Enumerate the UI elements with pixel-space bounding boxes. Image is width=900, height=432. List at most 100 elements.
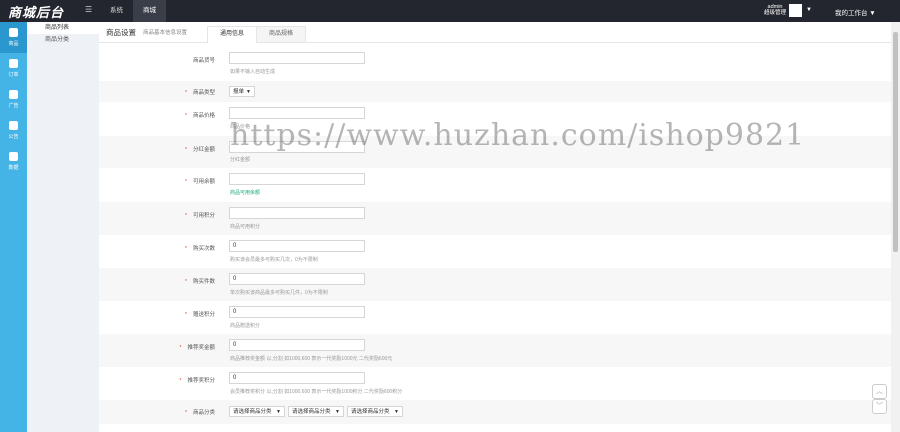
category-label: * 商品分类 bbox=[139, 408, 215, 416]
top-nav-mall[interactable]: 商城 bbox=[133, 0, 166, 22]
left-nav-label: 公告 bbox=[8, 134, 19, 140]
form-row-dividend: * 分红金额 分红金额 bbox=[99, 136, 891, 168]
recommend-points-label: * 推荐奖积分 bbox=[139, 376, 215, 384]
type-label-text: 商品类型 bbox=[192, 90, 215, 96]
balance-label: * 可用余额 bbox=[139, 177, 215, 185]
qty-input[interactable]: 0 bbox=[229, 273, 365, 285]
chevron-up-icon: ︿ bbox=[876, 388, 883, 395]
left-nav-data[interactable]: 数据 bbox=[0, 146, 27, 177]
scrollbar-thumb[interactable] bbox=[893, 32, 898, 252]
required-star: * bbox=[179, 378, 182, 384]
left-nav-label: 订单 bbox=[8, 72, 19, 78]
required-star: * bbox=[179, 345, 182, 351]
chevron-down-icon[interactable]: ▼ bbox=[806, 7, 812, 13]
category-select-2[interactable]: 请选择商品分类 ▼ bbox=[288, 406, 344, 417]
category-select-value: 请选择商品分类 bbox=[351, 409, 390, 415]
left-nav: 商品 订单 广告 公告 数据 bbox=[0, 22, 27, 432]
category-label-text: 商品分类 bbox=[192, 410, 215, 416]
order-icon bbox=[9, 59, 18, 68]
limit-label: * 购买次数 bbox=[139, 244, 215, 252]
limit-hint: 购买该会员最多可购买几次，0为不限制 bbox=[230, 257, 318, 263]
data-icon bbox=[9, 152, 18, 161]
form-row-points: * 可用积分 商品可用积分 bbox=[99, 202, 891, 235]
sub-nav-goods-category[interactable]: 商品分类 bbox=[27, 34, 99, 46]
category-select-value: 请选择商品分类 bbox=[233, 409, 272, 415]
limit-input[interactable]: 0 bbox=[229, 240, 365, 252]
form-row-sku: 商品货号 如果不输入自动生成 bbox=[99, 47, 891, 81]
recommend-input[interactable]: 0 bbox=[229, 339, 365, 351]
chevron-down-icon: ▼ bbox=[276, 409, 281, 415]
qty-hint: 单次购买该商品最多可购买几件，0为不限制 bbox=[230, 290, 328, 296]
required-star: * bbox=[184, 410, 187, 416]
qty-label-text: 购买件数 bbox=[192, 279, 215, 285]
price-label: * 商品价格 bbox=[139, 111, 215, 119]
app-logo: 商城后台 bbox=[8, 5, 65, 20]
category-select-value: 请选择商品分类 bbox=[292, 409, 331, 415]
form-row-category: * 商品分类 请选择商品分类 ▼ 请选择商品分类 ▼ 请选择商品分类 ▼ bbox=[99, 400, 891, 424]
tabs-bar: 商品设置 商品基本信息设置 通用信息 商品规格 bbox=[99, 22, 891, 43]
left-nav-label: 广告 bbox=[8, 103, 19, 109]
page-scrollbar[interactable] bbox=[891, 22, 900, 432]
form-row-recommend: * 推荐奖金额 0 商品推荐奖金额 以,分割 如1000,600 表示一代奖励10… bbox=[99, 334, 891, 367]
type-select-value: 报单 bbox=[233, 89, 245, 95]
notice-icon bbox=[9, 121, 18, 130]
required-star: * bbox=[184, 90, 187, 96]
left-nav-notice[interactable]: 公告 bbox=[0, 115, 27, 146]
sku-hint: 如果不输入自动生成 bbox=[230, 69, 276, 75]
menu-toggle-icon[interactable]: ☰ bbox=[85, 6, 94, 14]
recommend-points-input[interactable]: 0 bbox=[229, 372, 365, 384]
gift-input[interactable]: 0 bbox=[229, 306, 365, 318]
workbench-menu[interactable]: 我的工作台 ▼ bbox=[835, 7, 876, 17]
gift-label-text: 赠送积分 bbox=[192, 312, 215, 318]
workbench-label: 我的工作台 bbox=[835, 10, 868, 17]
ad-icon bbox=[9, 90, 18, 99]
tab-general-info[interactable]: 通用信息 bbox=[207, 26, 257, 43]
type-label: * 商品类型 bbox=[139, 88, 215, 96]
tab-specs[interactable]: 商品规格 bbox=[256, 26, 306, 42]
scroll-up-button[interactable]: ︿ bbox=[872, 384, 887, 399]
recommend-label: * 推荐奖金额 bbox=[139, 343, 215, 351]
recommend-points-hint: 会员推荐奖积分 以,分割 如1000,600 表示一代奖励1000积分 二代奖励… bbox=[230, 389, 403, 395]
required-star: * bbox=[184, 147, 187, 153]
left-nav-goods[interactable]: 商品 bbox=[0, 22, 27, 53]
limit-label-text: 购买次数 bbox=[192, 246, 215, 252]
sku-input[interactable] bbox=[229, 52, 365, 64]
top-nav-system[interactable]: 系统 bbox=[100, 0, 133, 22]
recommend-hint: 商品推荐奖金额 以,分割 如1000,600 表示一代奖励1000元 二代奖励6… bbox=[230, 356, 393, 362]
left-nav-ads[interactable]: 广告 bbox=[0, 84, 27, 115]
scroll-down-button[interactable]: ﹀ bbox=[872, 399, 887, 414]
dividend-input[interactable] bbox=[229, 141, 365, 153]
recommend-points-label-text: 推荐奖积分 bbox=[187, 378, 215, 384]
user-info[interactable]: admin 超级管理 bbox=[764, 4, 786, 16]
sku-label: 商品货号 bbox=[139, 56, 215, 64]
required-star: * bbox=[184, 279, 187, 285]
points-input[interactable] bbox=[229, 207, 365, 219]
sku-label-text: 商品货号 bbox=[192, 58, 215, 64]
balance-label-text: 可用余额 bbox=[192, 179, 215, 185]
category-select-1[interactable]: 请选择商品分类 ▼ bbox=[229, 406, 285, 417]
required-star: * bbox=[184, 246, 187, 252]
required-star: * bbox=[184, 312, 187, 318]
balance-input[interactable] bbox=[229, 173, 365, 185]
form-row-qty: * 购买件数 0 单次购买该商品最多可购买几件，0为不限制 bbox=[99, 268, 891, 301]
type-select[interactable]: 报单 ▼ bbox=[229, 86, 255, 97]
price-hint: 商品价格 bbox=[230, 124, 251, 130]
chevron-down-icon: ▼ bbox=[246, 89, 251, 95]
points-label-text: 可用积分 bbox=[192, 213, 215, 219]
sub-nav-goods-list[interactable]: 商品列表 bbox=[27, 22, 99, 34]
category-select-3[interactable]: 请选择商品分类 ▼ bbox=[347, 406, 403, 417]
gift-hint: 商品赠送积分 bbox=[230, 323, 261, 329]
left-nav-orders[interactable]: 订单 bbox=[0, 53, 27, 84]
dividend-label-text: 分红金额 bbox=[192, 147, 215, 153]
sub-nav: 商品列表 商品分类 bbox=[27, 22, 99, 432]
price-input[interactable] bbox=[229, 107, 365, 119]
main-content: 商品设置 商品基本信息设置 通用信息 商品规格 商品货号 如果不输入自动生成 *… bbox=[99, 22, 891, 432]
dividend-label: * 分红金额 bbox=[139, 145, 215, 153]
chevron-down-icon: ▼ bbox=[335, 409, 340, 415]
required-star: * bbox=[184, 113, 187, 119]
avatar[interactable] bbox=[789, 4, 802, 17]
user-role: 超级管理 bbox=[764, 10, 787, 16]
form-row-type: * 商品类型 报单 ▼ bbox=[99, 81, 891, 102]
gift-label: * 赠送积分 bbox=[139, 310, 215, 318]
balance-hint: 商品可用余额 bbox=[230, 190, 261, 196]
